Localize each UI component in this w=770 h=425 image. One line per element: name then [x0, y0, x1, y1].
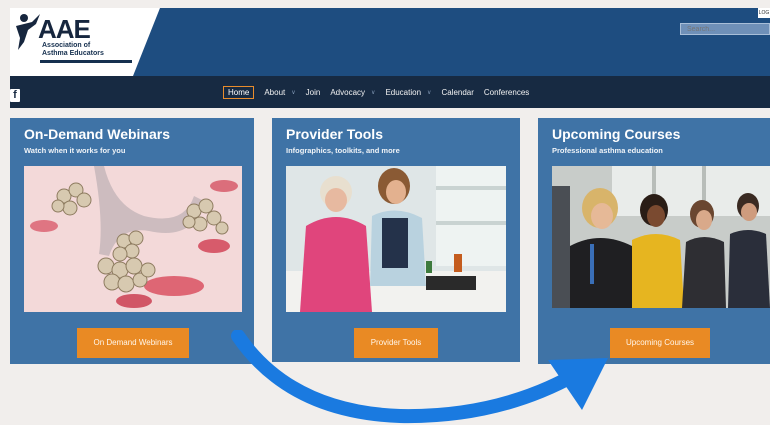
nav-item-label: About: [264, 88, 286, 97]
logo[interactable]: AAE Association of Asthma Educators: [10, 8, 160, 76]
nav-item-label: Join: [305, 88, 321, 97]
panel-subtitle: Professional asthma education: [552, 146, 663, 155]
panel-title: Upcoming Courses: [552, 126, 681, 142]
login-tab[interactable]: LOG: [758, 8, 770, 18]
nav-item-home[interactable]: Home: [223, 86, 255, 99]
upcoming-courses-button[interactable]: Upcoming Courses: [610, 328, 710, 358]
logo-subtitle: Association of Asthma Educators: [42, 42, 134, 58]
site-header: AAE Association of Asthma Educators LOG: [10, 8, 770, 76]
panel-title: Provider Tools: [286, 126, 383, 142]
search-input[interactable]: [680, 23, 770, 35]
nav-item-join[interactable]: Join: [306, 88, 321, 97]
logo-subtitle-line1: Association of: [42, 42, 91, 49]
seminar-audience-photo: [552, 166, 770, 308]
panel-on-demand-webinars: On-Demand Webinars Watch when it works f…: [10, 118, 254, 364]
panel-provider-tools: Provider Tools Infographics, toolkits, a…: [272, 118, 520, 362]
nav-item-label: Advocacy: [330, 88, 366, 97]
nav-menu: Home About ∨ Join Advocacy ∨ Education ∨ Calenda…: [223, 86, 539, 99]
main-navigation: f Home About ∨ Join Advocacy ∨ Education ∨ Calen…: [10, 76, 770, 108]
chevron-down-icon: ∨: [427, 90, 432, 96]
clinician-with-patient-photo: [286, 166, 506, 312]
logo-subtitle-line2: Asthma Educators: [42, 50, 104, 57]
nav-item-label: Home: [228, 88, 250, 97]
logo-underline: [40, 60, 132, 63]
panel-title: On-Demand Webinars: [24, 126, 170, 142]
panel-subtitle: Infographics, toolkits, and more: [286, 146, 400, 155]
nav-item-advocacy[interactable]: Advocacy ∨: [330, 88, 375, 97]
nav-item-education[interactable]: Education ∨: [385, 88, 431, 97]
nav-item-label: Conferences: [483, 88, 530, 97]
nav-item-calendar[interactable]: Calendar: [441, 88, 473, 97]
nav-item-label: Calendar: [441, 88, 474, 97]
nav-item-conferences[interactable]: Conferences: [484, 88, 529, 97]
panel-upcoming-courses: Upcoming Courses Professional asthma edu…: [538, 118, 770, 364]
nav-item-about[interactable]: About ∨: [264, 88, 295, 97]
curved-arrow-icon: [231, 330, 608, 424]
facebook-icon[interactable]: f: [10, 89, 20, 102]
chevron-down-icon: ∨: [371, 90, 376, 96]
panel-subtitle: Watch when it works for you: [24, 146, 126, 155]
website-screenshot: AAE Association of Asthma Educators LOG …: [10, 8, 770, 364]
lung-alveoli-illustration: [24, 166, 242, 312]
chevron-down-icon: ∨: [291, 90, 296, 96]
nav-item-label: Education: [385, 88, 422, 97]
on-demand-webinars-button[interactable]: On Demand Webinars: [77, 328, 189, 358]
logo-text: AAE: [38, 14, 91, 44]
